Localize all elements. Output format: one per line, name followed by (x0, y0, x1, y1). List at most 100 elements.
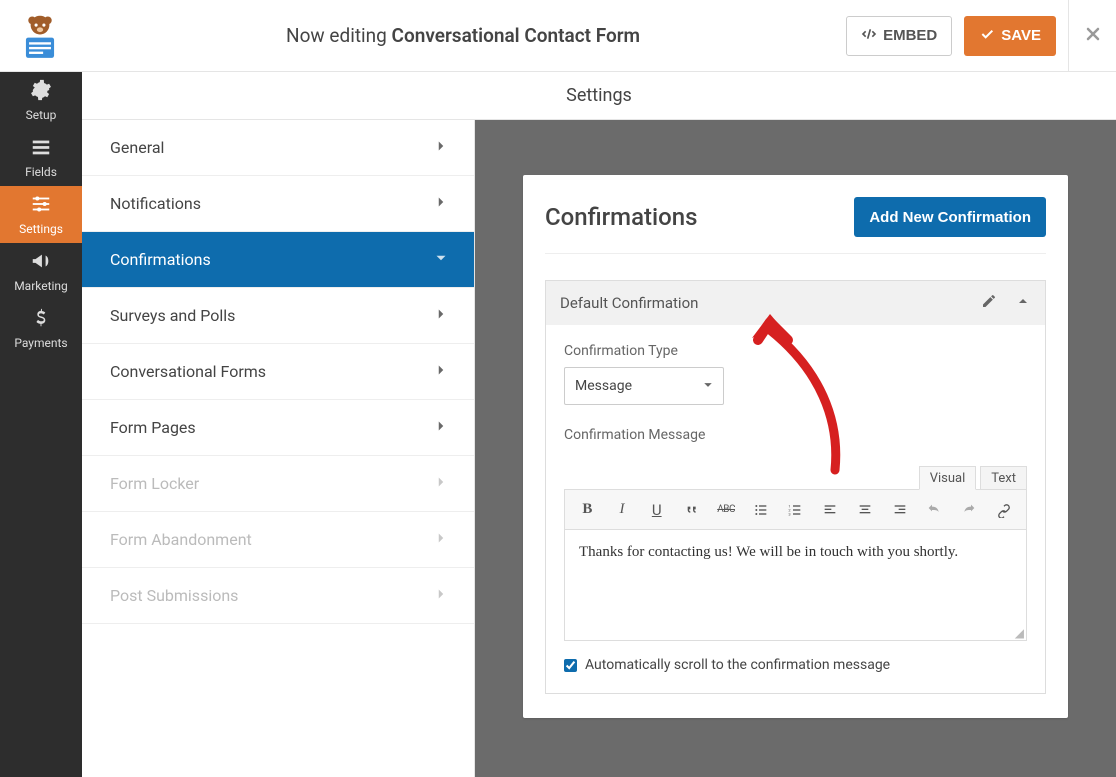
shell: Setup Fields Settings Marketing Payments… (0, 72, 1116, 777)
rail-marketing[interactable]: Marketing (0, 243, 82, 300)
align-left-button[interactable] (820, 498, 841, 522)
settings-submenu: General Notifications Confirmations Surv… (82, 120, 475, 777)
panel-header[interactable]: Default Confirmation (546, 281, 1045, 325)
submenu-abandonment[interactable]: Form Abandonment (82, 512, 474, 568)
confirmation-panel: Default Confirmation Confirmation Type M… (545, 280, 1046, 694)
submenu-label: General (110, 138, 164, 157)
align-right-button[interactable] (889, 498, 910, 522)
strike-button[interactable]: ABC (716, 498, 737, 522)
rail-label: Marketing (14, 279, 68, 293)
submenu-conversational[interactable]: Conversational Forms (82, 344, 474, 400)
chevron-right-icon (436, 140, 446, 156)
chevron-down-icon (703, 378, 713, 394)
topbar-actions: EMBED SAVE (846, 0, 1116, 72)
submenu-label: Form Pages (110, 418, 196, 437)
panel-title: Default Confirmation (560, 294, 698, 312)
submenu-confirmations[interactable]: Confirmations (82, 232, 474, 288)
submenu-label: Confirmations (110, 250, 211, 269)
tab-text[interactable]: Text (980, 466, 1027, 490)
submenu-notifications[interactable]: Notifications (82, 176, 474, 232)
autoscroll-row[interactable]: Automatically scroll to the confirmation… (564, 657, 1027, 673)
chevron-right-icon (436, 196, 446, 212)
editor-tabs: Visual Text (564, 465, 1027, 489)
chevron-right-icon (436, 308, 446, 324)
italic-button[interactable]: I (612, 498, 633, 522)
left-rail: Setup Fields Settings Marketing Payments (0, 72, 82, 777)
dollar-icon (30, 307, 52, 332)
close-icon (1083, 24, 1103, 48)
autoscroll-checkbox[interactable] (564, 659, 577, 672)
gear-icon (30, 79, 52, 104)
rail-payments[interactable]: Payments (0, 300, 82, 357)
submenu-label: Conversational Forms (110, 362, 266, 381)
submenu-label: Notifications (110, 194, 201, 213)
panel-body: Confirmation Type Message Confirmation M… (546, 325, 1045, 693)
underline-button[interactable]: U (646, 498, 667, 522)
rail-label: Fields (25, 165, 57, 179)
sheet: Settings General Notifications Confirmat… (82, 72, 1116, 777)
chevron-right-icon (436, 420, 446, 436)
submenu-formpages[interactable]: Form Pages (82, 400, 474, 456)
align-center-button[interactable] (855, 498, 876, 522)
select-value: Message (575, 378, 632, 394)
code-icon (861, 26, 877, 46)
chevron-right-icon (436, 588, 446, 604)
embed-label: EMBED (883, 27, 937, 44)
list-icon (30, 136, 52, 161)
panel-tools (981, 293, 1031, 313)
chevron-right-icon (436, 532, 446, 548)
autoscroll-label: Automatically scroll to the confirmation… (585, 657, 890, 673)
app-logo (0, 0, 80, 71)
tab-visual[interactable]: Visual (919, 466, 977, 490)
form-name: Conversational Contact Form (392, 24, 641, 47)
confirmations-card: Confirmations Add New Confirmation Defau… (523, 175, 1068, 718)
rail-label: Settings (19, 222, 63, 236)
editing-prefix: Now editing (286, 24, 392, 47)
rail-fields[interactable]: Fields (0, 129, 82, 186)
submenu-label: Form Locker (110, 474, 199, 493)
edit-icon[interactable] (981, 293, 997, 313)
submenu-general[interactable]: General (82, 120, 474, 176)
editing-title: Now editing Conversational Contact Form (80, 24, 846, 47)
sheet-title: Settings (82, 72, 1116, 120)
editor-content[interactable]: Thanks for contacting us! We will be in … (565, 530, 1026, 626)
card-heading: Confirmations (545, 203, 697, 231)
chevron-right-icon (436, 476, 446, 492)
rich-editor: B I U ABC 123 (564, 489, 1027, 641)
bold-button[interactable]: B (577, 498, 598, 522)
collapse-icon[interactable] (1015, 293, 1031, 313)
link-button[interactable] (993, 498, 1014, 522)
submenu-postsubs[interactable]: Post Submissions (82, 568, 474, 624)
chevron-down-icon (436, 252, 446, 268)
quote-button[interactable] (681, 498, 702, 522)
canvas: Confirmations Add New Confirmation Defau… (475, 120, 1116, 777)
embed-button[interactable]: EMBED (846, 16, 952, 56)
redo-button[interactable] (959, 498, 980, 522)
sliders-icon (30, 193, 52, 218)
message-label: Confirmation Message (564, 427, 1027, 443)
rail-label: Setup (26, 108, 57, 122)
save-label: SAVE (1001, 27, 1041, 44)
confirmation-type-select[interactable]: Message (564, 367, 724, 405)
sheet-body: General Notifications Confirmations Surv… (82, 120, 1116, 777)
submenu-surveys[interactable]: Surveys and Polls (82, 288, 474, 344)
rail-settings[interactable]: Settings (0, 186, 82, 243)
submenu-label: Form Abandonment (110, 530, 252, 549)
save-button[interactable]: SAVE (964, 16, 1056, 56)
resize-handle[interactable]: ◢ (565, 626, 1026, 640)
svg-text:3: 3 (789, 511, 791, 516)
add-confirmation-button[interactable]: Add New Confirmation (854, 197, 1046, 237)
bullhorn-icon (30, 250, 52, 275)
ol-button[interactable]: 123 (785, 498, 806, 522)
editor-toolbar: B I U ABC 123 (565, 490, 1026, 530)
rail-label: Payments (14, 336, 67, 350)
ul-button[interactable] (750, 498, 771, 522)
check-icon (979, 26, 995, 46)
submenu-label: Surveys and Polls (110, 306, 235, 325)
submenu-formlocker[interactable]: Form Locker (82, 456, 474, 512)
submenu-label: Post Submissions (110, 586, 238, 605)
close-button[interactable] (1068, 0, 1116, 72)
rail-setup[interactable]: Setup (0, 72, 82, 129)
card-header: Confirmations Add New Confirmation (545, 197, 1046, 254)
undo-button[interactable] (924, 498, 945, 522)
